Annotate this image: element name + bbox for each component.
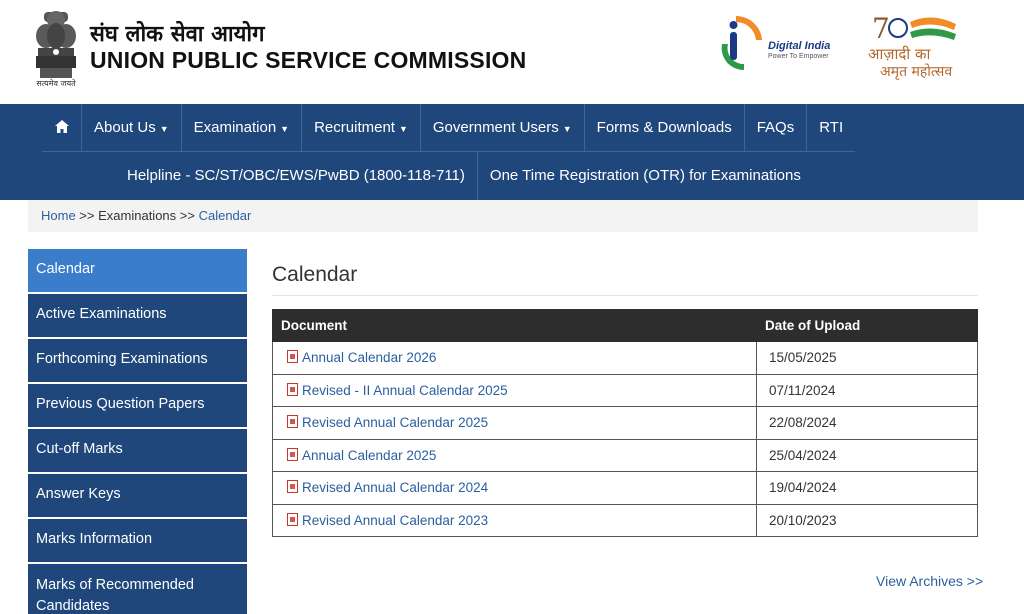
sidebar-item-marks-information[interactable]: Marks Information bbox=[28, 519, 247, 564]
document-link[interactable]: Revised Annual Calendar 2024 bbox=[302, 480, 488, 495]
column-header-date-of-upload: Date of Upload bbox=[756, 309, 978, 342]
nav-otr[interactable]: One Time Registration (OTR) for Examinat… bbox=[478, 152, 813, 200]
nav-about-us[interactable]: About Us ▼ bbox=[82, 104, 182, 152]
date-cell: 07/11/2024 bbox=[756, 373, 978, 407]
digital-india-name: Digital India bbox=[768, 40, 831, 52]
sidebar-item-forthcoming-examinations[interactable]: Forthcoming Examinations bbox=[28, 339, 247, 384]
breadcrumb-home[interactable]: Home bbox=[41, 208, 76, 223]
digital-india-tagline: Power To Empower bbox=[768, 53, 829, 60]
breadcrumb-separator: >> bbox=[176, 208, 199, 223]
sidebar-item-answer-keys[interactable]: Answer Keys bbox=[28, 474, 247, 519]
document-link[interactable]: Revised - II Annual Calendar 2025 bbox=[302, 383, 508, 398]
pdf-icon bbox=[287, 350, 298, 364]
table-row: Revised Annual Calendar 2024 19/04/2024 bbox=[272, 471, 978, 505]
sidebar-item-marks-of-recommended-candidates[interactable]: Marks of Recommended Candidates bbox=[28, 564, 247, 614]
document-cell: Revised - II Annual Calendar 2025 bbox=[272, 373, 757, 407]
nav-rti[interactable]: RTI bbox=[807, 104, 855, 152]
sidebar-item-active-examinations[interactable]: Active Examinations bbox=[28, 294, 247, 339]
nav-faqs[interactable]: FAQs bbox=[745, 104, 808, 152]
pdf-icon bbox=[287, 382, 298, 396]
breadcrumb-separator: >> bbox=[75, 208, 99, 223]
azadi-line-2: अमृत महोत्सव bbox=[880, 64, 953, 80]
nav-helpline[interactable]: Helpline - SC/ST/OBC/EWS/PwBD (1800-118-… bbox=[115, 152, 478, 200]
breadcrumb-examinations: Examinations bbox=[98, 208, 177, 223]
caret-down-icon: ▼ bbox=[280, 124, 290, 134]
pdf-icon bbox=[287, 480, 298, 494]
sidebar-item-previous-question-papers[interactable]: Previous Question Papers bbox=[28, 384, 247, 429]
site-header: सत्यमेव जयते संघ लोक सेवा आयोग UNION PUB… bbox=[0, 0, 1024, 104]
column-header-document: Document bbox=[272, 309, 757, 342]
title-divider bbox=[272, 295, 978, 296]
table-row: Revised - II Annual Calendar 2025 07/11/… bbox=[272, 373, 978, 407]
nav-examination[interactable]: Examination ▼ bbox=[182, 104, 303, 152]
table-header-row: Document Date of Upload bbox=[272, 309, 978, 342]
document-cell: Revised Annual Calendar 2024 bbox=[272, 471, 757, 505]
nav-recruitment[interactable]: Recruitment ▼ bbox=[302, 104, 421, 152]
document-link[interactable]: Revised Annual Calendar 2025 bbox=[302, 415, 488, 430]
nav-recruitment-label: Recruitment bbox=[314, 119, 395, 136]
document-cell: Annual Calendar 2026 bbox=[272, 341, 757, 375]
date-cell: 19/04/2024 bbox=[756, 471, 978, 505]
date-cell: 25/04/2024 bbox=[756, 438, 978, 472]
calendar-table: Document Date of Upload Annual Calendar … bbox=[272, 309, 978, 537]
view-archives-link[interactable]: View Archives >> bbox=[876, 573, 983, 589]
table-row: Annual Calendar 2026 15/05/2025 bbox=[272, 341, 978, 375]
page-title: Calendar bbox=[272, 263, 358, 286]
sidebar-item-cut-off-marks[interactable]: Cut-off Marks bbox=[28, 429, 247, 474]
main-navigation: About Us ▼ Examination ▼ Recruitment ▼ Gove… bbox=[0, 104, 1024, 200]
table-row: Revised Annual Calendar 2023 20/10/2023 bbox=[272, 503, 978, 537]
nav-government-users[interactable]: Government Users ▼ bbox=[421, 104, 585, 152]
document-link[interactable]: Annual Calendar 2026 bbox=[302, 350, 436, 365]
nav-row-primary: About Us ▼ Examination ▼ Recruitment ▼ Gove… bbox=[42, 104, 856, 152]
home-icon bbox=[54, 120, 69, 133]
org-name-hindi: संघ लोक सेवा आयोग bbox=[90, 22, 265, 47]
document-cell: Revised Annual Calendar 2025 bbox=[272, 406, 757, 440]
nav-row-secondary: Helpline - SC/ST/OBC/EWS/PwBD (1800-118-… bbox=[115, 152, 813, 200]
pdf-icon bbox=[287, 512, 298, 526]
pdf-icon bbox=[287, 415, 298, 429]
azadi-line-1: आज़ादी का bbox=[868, 45, 931, 63]
nav-forms-downloads[interactable]: Forms & Downloads bbox=[585, 104, 745, 152]
emblem-motto: सत्यमेव जयते bbox=[36, 79, 76, 88]
document-cell: Annual Calendar 2025 bbox=[272, 438, 757, 472]
caret-down-icon: ▼ bbox=[562, 124, 572, 134]
caret-down-icon: ▼ bbox=[398, 124, 408, 134]
date-cell: 15/05/2025 bbox=[756, 341, 978, 375]
org-name-english[interactable]: UNION PUBLIC SERVICE COMMISSION bbox=[90, 47, 526, 74]
table-row: Annual Calendar 2025 25/04/2024 bbox=[272, 438, 978, 472]
breadcrumb-calendar[interactable]: Calendar bbox=[199, 208, 252, 223]
document-link[interactable]: Annual Calendar 2025 bbox=[302, 448, 436, 463]
nav-government-users-label: Government Users bbox=[432, 119, 559, 136]
sidebar: Calendar Active Examinations Forthcoming… bbox=[28, 249, 247, 614]
document-link[interactable]: Revised Annual Calendar 2023 bbox=[302, 513, 488, 528]
table-row: Revised Annual Calendar 2025 22/08/2024 bbox=[272, 406, 978, 440]
sidebar-item-calendar[interactable]: Calendar bbox=[28, 249, 247, 294]
nav-home[interactable] bbox=[42, 104, 82, 152]
document-cell: Revised Annual Calendar 2023 bbox=[272, 503, 757, 537]
nav-about-us-label: About Us bbox=[94, 119, 156, 136]
date-cell: 22/08/2024 bbox=[756, 406, 978, 440]
nav-examination-label: Examination bbox=[193, 119, 277, 136]
pdf-icon bbox=[287, 447, 298, 461]
breadcrumb: Home >> Examinations >> Calendar bbox=[28, 200, 978, 232]
svg-text:7: 7 bbox=[872, 12, 890, 45]
caret-down-icon: ▼ bbox=[159, 124, 169, 134]
date-cell: 20/10/2023 bbox=[756, 503, 978, 537]
